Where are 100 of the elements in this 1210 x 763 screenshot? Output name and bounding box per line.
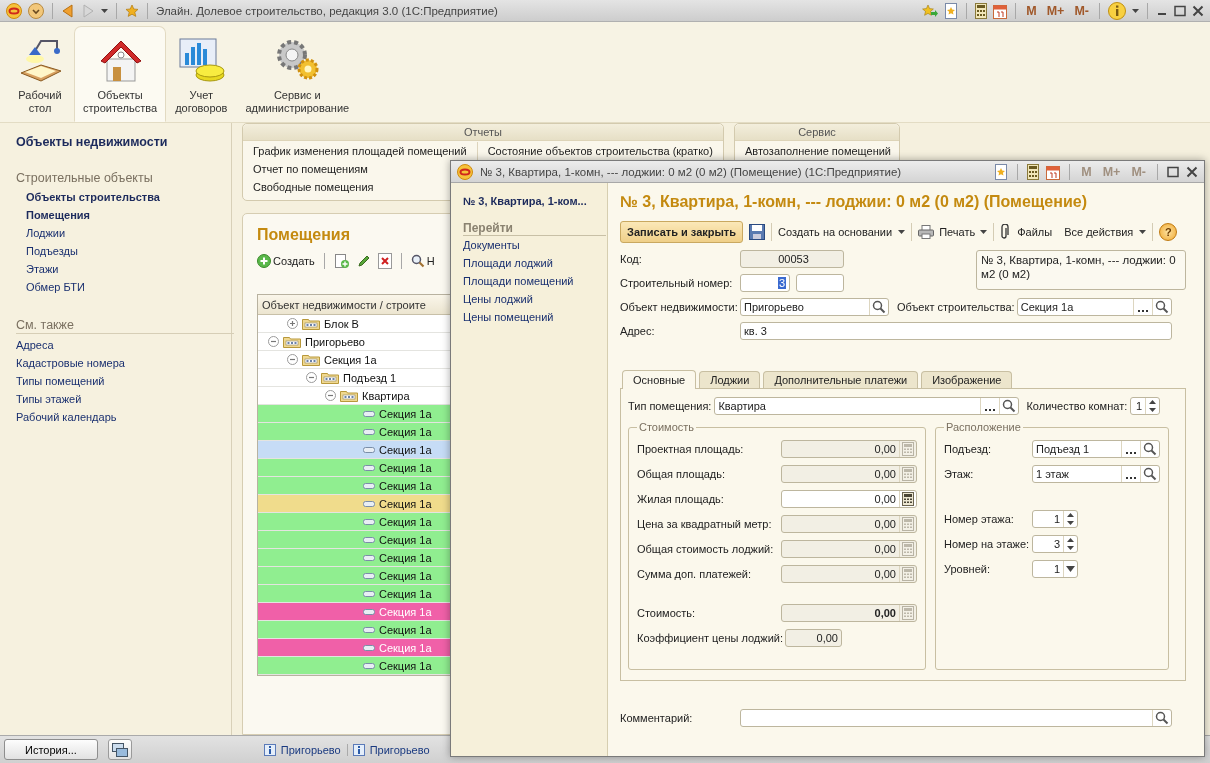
status-link[interactable]: Пригорьево: [280, 743, 341, 756]
input-field[interactable]: Пригорьево: [740, 298, 889, 316]
calculator-icon[interactable]: [902, 492, 914, 506]
input-field[interactable]: 0,00: [781, 515, 917, 533]
input-field[interactable]: 1: [1032, 510, 1078, 528]
favorites-icon[interactable]: [944, 2, 959, 19]
nav-link[interactable]: Площади лоджий: [463, 254, 607, 272]
back-icon[interactable]: [61, 3, 75, 18]
menu-icon[interactable]: [28, 2, 44, 19]
collapse-icon[interactable]: [268, 336, 279, 347]
code-field[interactable]: 00053: [740, 250, 844, 268]
search-icon[interactable]: [872, 300, 886, 314]
input-field[interactable]: Подъезд 1: [1032, 440, 1160, 458]
current-link[interactable]: № 3, Квартира, 1-ком...: [463, 195, 607, 207]
find-button[interactable]: Н: [410, 254, 435, 268]
nav-link[interactable]: Подъезды: [16, 242, 234, 260]
comment-field[interactable]: [740, 709, 1172, 727]
calendar-icon[interactable]: [993, 2, 1008, 19]
input-field[interactable]: 3: [1032, 535, 1078, 553]
expand-icon[interactable]: [287, 318, 298, 329]
create-based-button[interactable]: Создать на основании: [778, 226, 906, 238]
input-field[interactable]: кв. 3: [740, 322, 1172, 340]
save-icon[interactable]: [749, 224, 766, 240]
input-field[interactable]: 1 этаж: [1032, 465, 1160, 483]
report-link[interactable]: График изменения площадей помещений: [253, 142, 467, 160]
spin-icon[interactable]: [1148, 399, 1158, 413]
nav-link[interactable]: Обмер БТИ: [16, 278, 234, 296]
tab[interactable]: Изображение: [921, 371, 1013, 388]
calculator-icon[interactable]: [1027, 163, 1040, 180]
nav-link[interactable]: Объекты недвижимости: [16, 135, 231, 149]
nav-link[interactable]: Рабочий календарь: [16, 408, 234, 426]
section-tab[interactable]: Учет договоров: [166, 26, 237, 122]
nav-link[interactable]: Помещения: [16, 206, 234, 224]
input-field[interactable]: 0,00: [781, 540, 917, 558]
section-tab[interactable]: Объекты строительства: [74, 26, 167, 122]
delete-icon[interactable]: [377, 253, 392, 269]
input-field[interactable]: 0,00: [781, 440, 917, 458]
close-icon[interactable]: [1186, 165, 1198, 178]
service-link[interactable]: Автозаполнение помещений: [745, 142, 891, 160]
files-button[interactable]: Файлы: [1000, 224, 1053, 240]
nav-link[interactable]: Кадастровые номера: [16, 354, 234, 372]
input-field[interactable]: 0,00: [781, 604, 917, 622]
star-icon[interactable]: [125, 3, 139, 18]
history-button[interactable]: История...: [4, 739, 98, 760]
save-close-button[interactable]: Записать и закрыть: [620, 221, 744, 243]
input-field[interactable]: 0,00: [781, 465, 917, 483]
favorites-icon[interactable]: [994, 163, 1009, 180]
input-field[interactable]: [796, 274, 844, 292]
nav-link[interactable]: Площади помещений: [463, 272, 607, 290]
tab[interactable]: Дополнительные платежи: [763, 371, 919, 388]
pencil-icon[interactable]: [356, 254, 371, 268]
search-icon[interactable]: [1154, 300, 1169, 314]
input-field[interactable]: Секция 1а: [1016, 298, 1172, 316]
nav-link[interactable]: Объекты строительства: [16, 188, 234, 206]
search-icon[interactable]: [1143, 442, 1157, 456]
nav-link[interactable]: Цены лоджий: [463, 290, 607, 308]
dropdown-icon[interactable]: [1066, 566, 1075, 572]
spin-icon[interactable]: [1066, 537, 1075, 551]
nav-link[interactable]: Типы этажей: [16, 390, 234, 408]
nav-link[interactable]: Адреса: [16, 336, 234, 354]
memory-button[interactable]: M: [1024, 3, 1039, 18]
nav-link[interactable]: Этажи: [16, 260, 234, 278]
input-field[interactable]: 0,00: [781, 565, 917, 583]
print-button[interactable]: Печать: [918, 225, 988, 239]
help-button[interactable]: ?: [1159, 223, 1178, 241]
info-icon[interactable]: [1108, 1, 1126, 20]
collapse-icon[interactable]: [287, 354, 298, 365]
nav-link[interactable]: Документы: [463, 236, 607, 254]
report-link[interactable]: Состояние объектов строительства (кратко): [487, 142, 713, 160]
spin-icon[interactable]: [1066, 512, 1075, 526]
memory-button[interactable]: M-: [1072, 3, 1091, 18]
close-icon[interactable]: [1192, 4, 1204, 17]
tab[interactable]: Основные: [622, 370, 697, 389]
status-link[interactable]: Пригорьево: [369, 743, 430, 756]
search-icon[interactable]: [1143, 467, 1157, 481]
memory-button[interactable]: M+: [1044, 3, 1067, 18]
input-field[interactable]: Квартира: [714, 397, 1020, 415]
windows-button[interactable]: [107, 739, 132, 760]
nav-link[interactable]: Цены помещений: [463, 308, 607, 326]
maximize-icon[interactable]: [1174, 4, 1186, 17]
nav-link[interactable]: Лоджии: [16, 224, 234, 242]
input-field[interactable]: 0,00: [785, 629, 842, 647]
input-field[interactable]: 1: [1130, 397, 1161, 415]
search-icon[interactable]: [1155, 711, 1169, 725]
input-field[interactable]: 3: [740, 274, 790, 292]
input-field[interactable]: 1: [1032, 560, 1078, 578]
section-tab[interactable]: Сервис и администрирование: [236, 26, 359, 122]
create-button[interactable]: Создать: [257, 254, 315, 268]
collapse-icon[interactable]: [325, 390, 336, 401]
section-tab[interactable]: Рабочий стол: [6, 26, 74, 122]
tab[interactable]: Лоджии: [699, 371, 761, 388]
search-icon[interactable]: [1002, 399, 1017, 413]
copy-add-icon[interactable]: [333, 253, 350, 269]
all-actions-button[interactable]: Все действия: [1064, 226, 1147, 238]
calculator-icon[interactable]: [975, 2, 988, 19]
maximize-icon[interactable]: [1167, 165, 1179, 178]
collapse-icon[interactable]: [306, 372, 317, 383]
nav-link[interactable]: Типы помещений: [16, 372, 234, 390]
calendar-icon[interactable]: [1046, 163, 1061, 180]
input-field[interactable]: 0,00: [781, 490, 917, 508]
